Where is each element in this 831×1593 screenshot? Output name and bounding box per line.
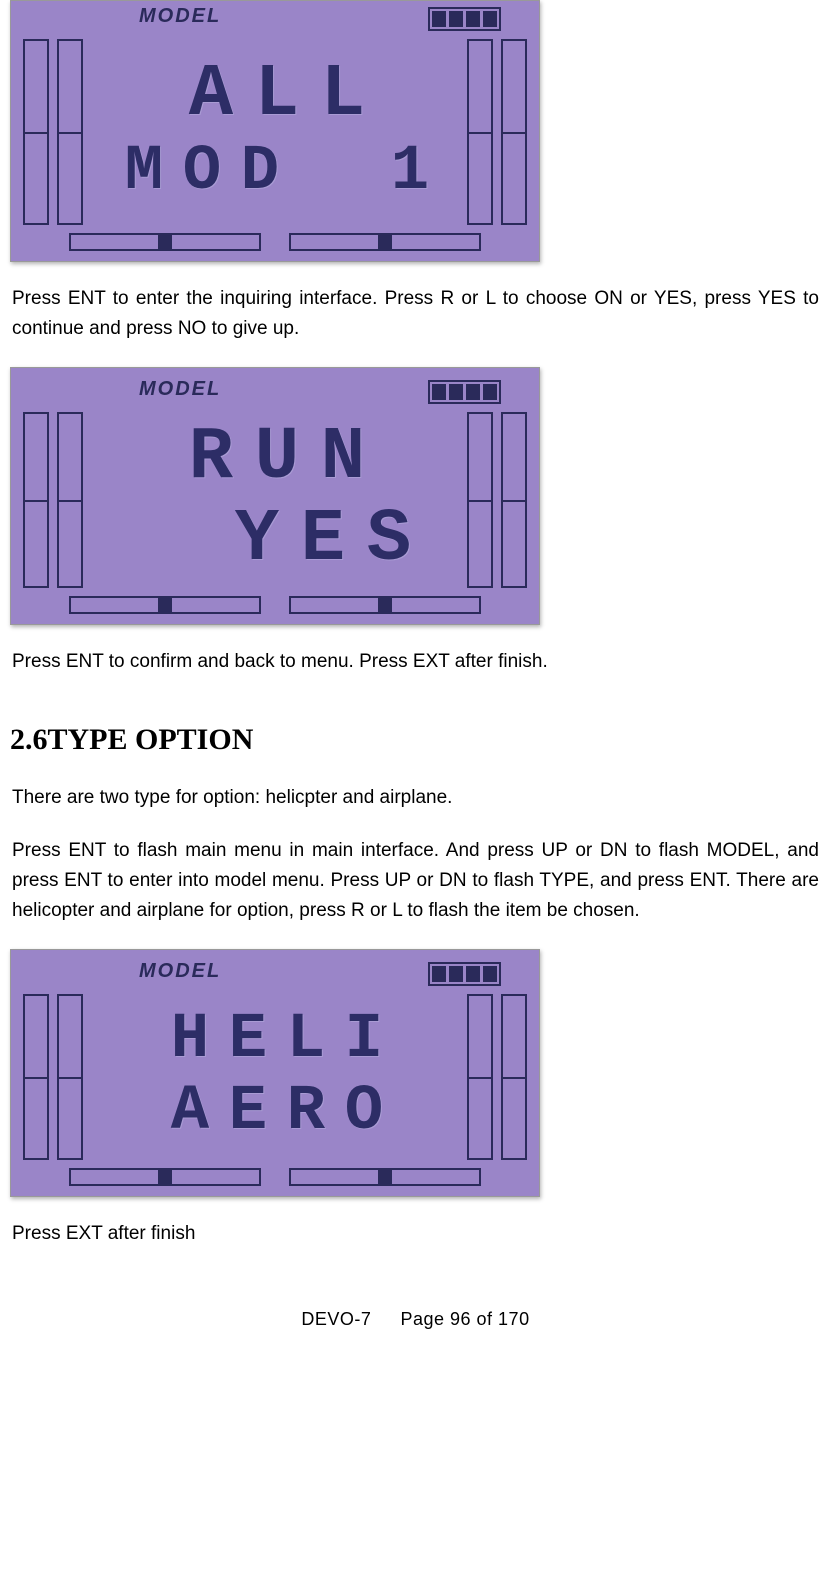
- lcd-screenshot-3: MODEL H E L I A E R O: [10, 949, 540, 1197]
- seg-char: L: [245, 58, 305, 132]
- lcd-model-label: MODEL: [19, 378, 221, 401]
- bottom-gauge-right: [289, 233, 481, 251]
- paragraph-1: Press ENT to enter the inquiring interfa…: [12, 284, 819, 345]
- right-gauge-2: [501, 994, 527, 1160]
- seg-char: E: [291, 503, 351, 577]
- lcd-screenshot-1: MODEL A L L M O D 1: [10, 0, 540, 262]
- lcd-text-area: R U N Y E S: [87, 404, 463, 594]
- seg-char: A: [162, 1080, 214, 1144]
- seg-char: R: [179, 421, 239, 495]
- seg-char: N: [311, 421, 371, 495]
- lcd-model-label: MODEL: [19, 5, 221, 28]
- bottom-gauge-left: [69, 596, 261, 614]
- seg-char: 1: [382, 140, 434, 204]
- seg-char: U: [245, 421, 305, 495]
- seg-char: D: [232, 140, 284, 204]
- seg-char: E: [220, 1008, 272, 1072]
- lcd-footer-gauges: [19, 1166, 531, 1188]
- lcd-text-area: A L L M O D 1: [87, 31, 463, 231]
- section-heading: 2.6TYPE OPTION: [10, 723, 821, 757]
- battery-icon: [428, 7, 501, 31]
- bottom-gauge-right: [289, 596, 481, 614]
- seg-char: E: [220, 1080, 272, 1144]
- lcd-footer-gauges: [19, 594, 531, 616]
- battery-icon: [428, 962, 501, 986]
- lcd-screenshot-2: MODEL R U N Y E S: [10, 367, 540, 625]
- seg-char: A: [179, 58, 239, 132]
- right-gauge-1: [467, 994, 493, 1160]
- seg-char: L: [311, 58, 371, 132]
- paragraph-5: Press EXT after finish: [12, 1219, 819, 1249]
- seg-char: M: [116, 140, 168, 204]
- lcd-header: MODEL: [19, 960, 531, 986]
- footer-page: Page 96 of 170: [400, 1309, 529, 1329]
- right-gauge-1: [467, 39, 493, 225]
- seg-char: O: [336, 1080, 388, 1144]
- left-gauge-2: [57, 412, 83, 588]
- bottom-gauge-left: [69, 233, 261, 251]
- seg-char: R: [278, 1080, 330, 1144]
- seg-char: H: [162, 1008, 214, 1072]
- left-gauge-1: [23, 39, 49, 225]
- paragraph-4: Press ENT to flash main menu in main int…: [12, 836, 819, 927]
- lcd-header: MODEL: [19, 5, 531, 31]
- footer-model: DEVO-7: [301, 1309, 371, 1329]
- seg-char: O: [174, 140, 226, 204]
- battery-icon: [428, 380, 501, 404]
- lcd-text-area: H E L I A E R O: [87, 986, 463, 1166]
- paragraph-2: Press ENT to confirm and back to menu. P…: [12, 647, 819, 677]
- lcd-footer-gauges: [19, 231, 531, 253]
- seg-char: L: [278, 1008, 330, 1072]
- seg-char: S: [357, 503, 417, 577]
- bottom-gauge-left: [69, 1168, 261, 1186]
- seg-char: I: [336, 1008, 388, 1072]
- lcd-model-label: MODEL: [19, 960, 221, 983]
- right-gauge-1: [467, 412, 493, 588]
- seg-char: Y: [225, 503, 285, 577]
- left-gauge-2: [57, 39, 83, 225]
- page-footer: DEVO-7 Page 96 of 170: [10, 1309, 821, 1330]
- right-gauge-2: [501, 412, 527, 588]
- right-gauge-2: [501, 39, 527, 225]
- left-gauge-1: [23, 412, 49, 588]
- left-gauge-2: [57, 994, 83, 1160]
- left-gauge-1: [23, 994, 49, 1160]
- paragraph-3: There are two type for option: helicpter…: [12, 783, 819, 813]
- lcd-header: MODEL: [19, 378, 531, 404]
- bottom-gauge-right: [289, 1168, 481, 1186]
